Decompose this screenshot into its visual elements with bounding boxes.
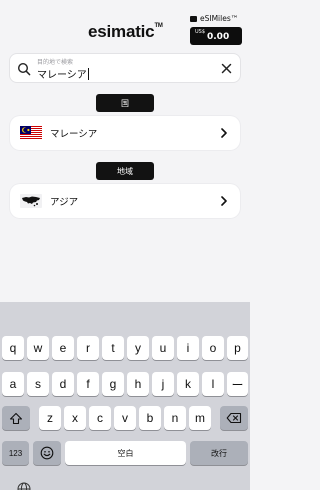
key[interactable]: q	[2, 336, 24, 360]
malaysia-flag-icon	[20, 126, 42, 140]
destination-search-field[interactable]: 目的地で検索 マレーシア	[9, 53, 241, 83]
key[interactable]: i	[177, 336, 199, 360]
search-input[interactable]: マレーシア	[37, 66, 89, 81]
balance-amount: 0.00	[207, 32, 230, 42]
key[interactable]: n	[164, 406, 186, 430]
globe-icon[interactable]	[17, 482, 31, 490]
key[interactable]: k	[177, 372, 199, 396]
esimiles-label: eSIMiles™	[200, 14, 239, 23]
delete-key[interactable]	[220, 406, 248, 430]
space-key-label: 空白	[117, 448, 134, 458]
return-key[interactable]: 改行	[190, 441, 248, 465]
key[interactable]: c	[89, 406, 111, 430]
emoji-icon	[40, 446, 54, 460]
key[interactable]: j	[152, 372, 174, 396]
emoji-key[interactable]	[33, 441, 61, 465]
result-label-region: アジア	[50, 197, 79, 208]
close-icon[interactable]	[221, 63, 232, 74]
key[interactable]: d	[52, 372, 74, 396]
text-caret	[87, 67, 89, 80]
logo-text: esimatic	[88, 22, 155, 41]
logo-tm: TM	[154, 23, 163, 30]
key[interactable]: h	[127, 372, 149, 396]
search-icon	[17, 62, 31, 76]
shift-key[interactable]	[2, 406, 30, 430]
return-key-label: 改行	[211, 448, 227, 458]
esimiles-label-row: eSIMiles™	[190, 14, 246, 23]
key[interactable]: r	[77, 336, 99, 360]
key[interactable]: s	[27, 372, 49, 396]
section-tag-region: 地域	[96, 162, 154, 180]
wallet-icon	[190, 15, 197, 22]
key[interactable]: f	[77, 372, 99, 396]
numbers-key[interactable]: 123	[2, 441, 29, 465]
key[interactable]: v	[114, 406, 136, 430]
key[interactable]: t	[102, 336, 124, 360]
result-item-region[interactable]: アジア	[10, 184, 240, 218]
space-key[interactable]: 空白	[65, 441, 186, 465]
key[interactable]: l	[202, 372, 224, 396]
onscreen-keyboard: q w e r t y u i o p a s d f g h j k l ー …	[0, 302, 250, 490]
shift-icon	[9, 412, 23, 424]
key[interactable]: o	[202, 336, 224, 360]
result-label-country: マレーシア	[50, 129, 98, 140]
backspace-icon	[226, 412, 242, 424]
key[interactable]: ー	[227, 372, 248, 396]
search-input-text: マレーシア	[37, 70, 87, 81]
search-hint: 目的地で検索	[37, 59, 74, 66]
asia-map-icon	[20, 194, 42, 208]
esimiles-balance-badge[interactable]: US$ 0.00	[190, 27, 242, 45]
key[interactable]: z	[39, 406, 61, 430]
balance-currency: US$	[195, 29, 206, 35]
key[interactable]: g	[102, 372, 124, 396]
logo[interactable]: esimaticTM	[88, 22, 163, 42]
key[interactable]: y	[127, 336, 149, 360]
key[interactable]: u	[152, 336, 174, 360]
key[interactable]: p	[227, 336, 248, 360]
section-tag-country: 国	[96, 94, 154, 112]
key[interactable]: a	[2, 372, 24, 396]
key[interactable]: b	[139, 406, 161, 430]
key[interactable]: w	[27, 336, 49, 360]
esimiles-widget[interactable]: eSIMiles™ US$ 0.00	[190, 14, 246, 48]
numbers-key-label: 123	[8, 448, 23, 458]
app-header: esimaticTM eSIMiles™ US$ 0.00	[0, 0, 250, 52]
key[interactable]: x	[64, 406, 86, 430]
result-item-country[interactable]: マレーシア	[10, 116, 240, 150]
key[interactable]: e	[52, 336, 74, 360]
chevron-right-icon	[221, 128, 227, 138]
chevron-right-icon	[221, 196, 227, 206]
key[interactable]: m	[189, 406, 211, 430]
